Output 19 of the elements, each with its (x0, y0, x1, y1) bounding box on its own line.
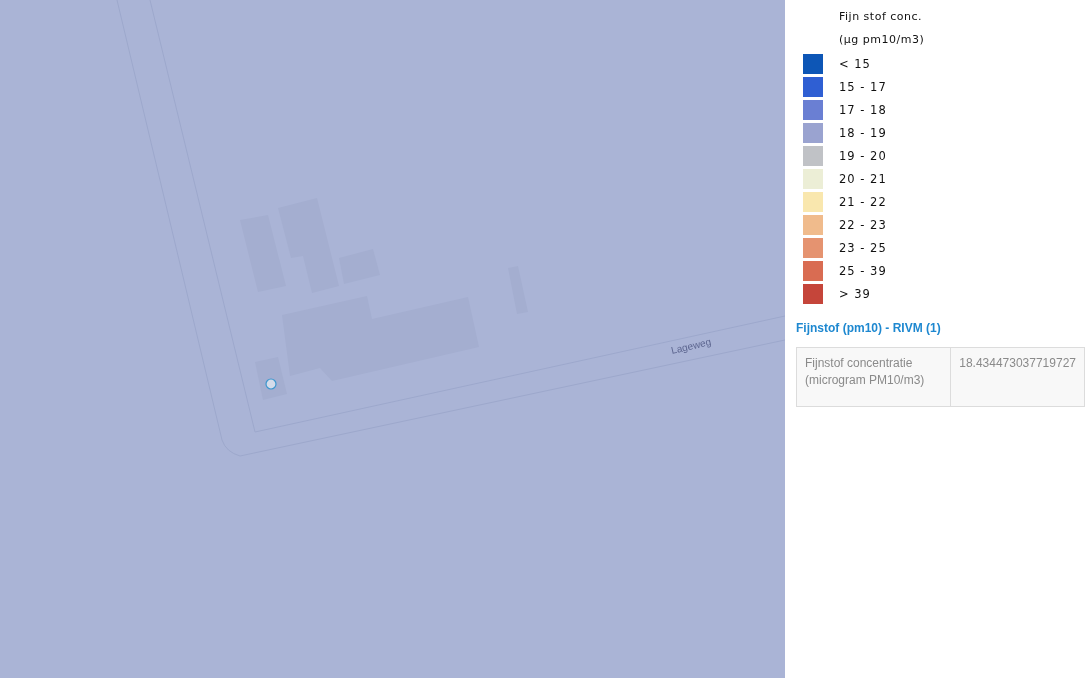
legend-label: 22 - 23 (839, 217, 887, 232)
legend-label: 15 - 17 (839, 79, 887, 94)
street-label: Lageweg (670, 336, 712, 356)
layer-title: Fijnstof (pm10) - RIVM (1) (796, 321, 942, 335)
legend-label: 19 - 20 (839, 148, 887, 163)
attribute-label: Fijnstof concentratie (microgram PM10/m3) (796, 347, 951, 407)
location-marker[interactable] (265, 378, 277, 390)
legend-label: 23 - 25 (839, 240, 887, 255)
legend-label: 18 - 19 (839, 125, 887, 140)
map-view[interactable]: Lageweg (0, 0, 785, 678)
legend-title: (µg pm10/m3) (839, 32, 926, 48)
legend-label: 21 - 22 (839, 194, 887, 209)
legend-label: 17 - 18 (839, 102, 887, 117)
legend-label: > 39 (839, 286, 871, 301)
legend-title: Fijn stof conc. (839, 9, 924, 25)
legend-label: < 15 (839, 56, 871, 71)
attribute-value: 18.434473037719727 (950, 347, 1085, 407)
legend-label: 20 - 21 (839, 171, 887, 186)
legend-label: 25 - 39 (839, 263, 887, 278)
